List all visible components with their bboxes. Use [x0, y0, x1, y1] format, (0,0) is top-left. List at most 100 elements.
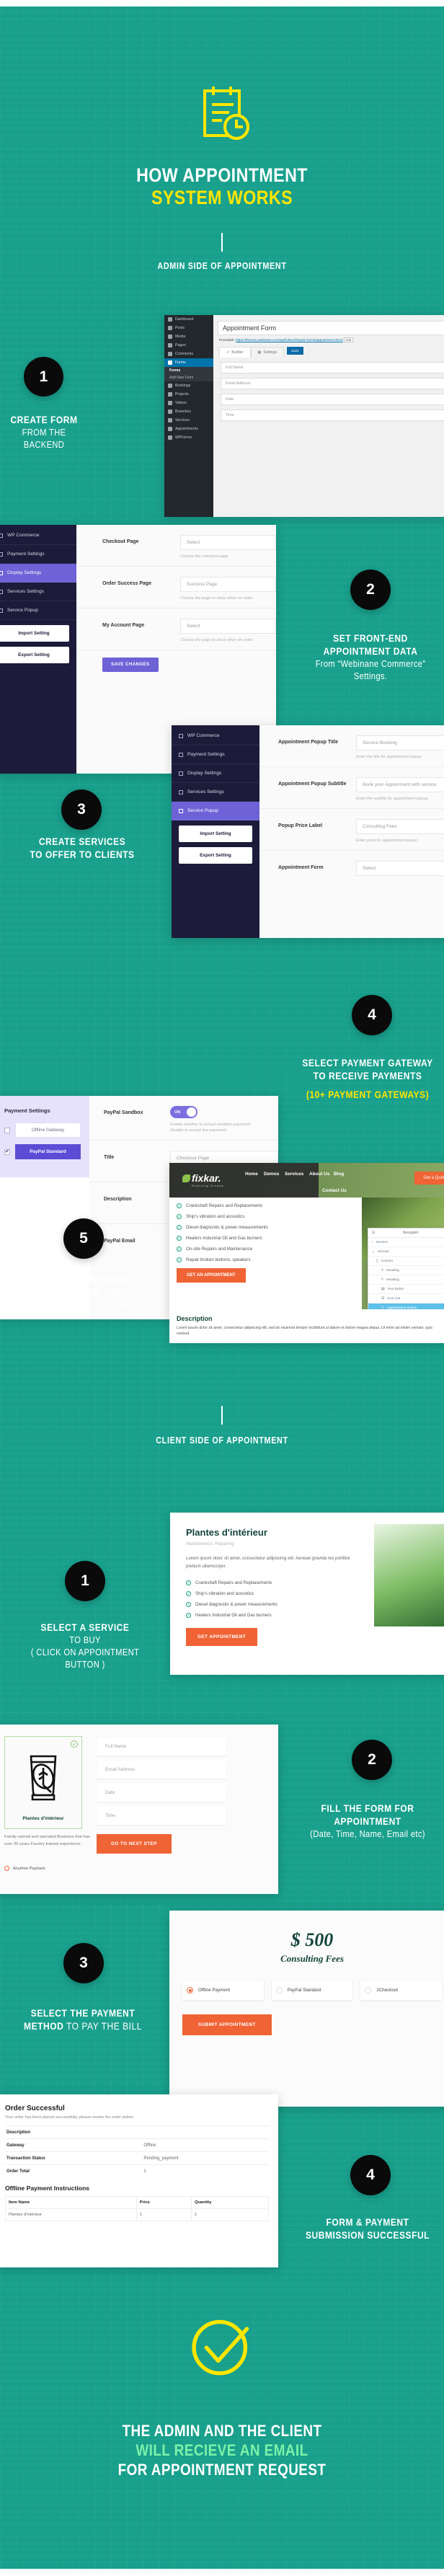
row-value: Offline [142, 2138, 269, 2152]
save-button[interactable]: Save [287, 347, 303, 355]
wp-admin-sidebar[interactable]: Dashboard Posts Media Pages Comments For… [164, 315, 213, 517]
fixkar-logo[interactable]: fixkar. Realizing Dreams [181, 1172, 223, 1187]
get-appointment-button[interactable]: GET APPOINTMENT [186, 1628, 258, 1647]
checkbox-icon[interactable] [4, 1148, 10, 1155]
payment-method-2checkout[interactable]: 2Checkout [360, 1980, 443, 2000]
row-help: Choose the checkout page [180, 554, 228, 559]
input-time[interactable]: Time [97, 1807, 226, 1825]
wp-menu-wpforms[interactable]: WPForms [164, 433, 213, 442]
get-an-appointment-button[interactable]: GET AN APPOINTMENT [177, 1268, 246, 1283]
wp-menu-videos[interactable]: Videos [164, 399, 213, 407]
wc-menu-wp-commerce[interactable]: WP Commerce [172, 727, 259, 745]
payment-method-offline[interactable]: Offline Payment [182, 1980, 264, 2000]
selected-product-card[interactable]: ✓ Plantes d'intérieur [4, 1736, 82, 1829]
navigator-row[interactable]: ▤ Text Editor [368, 1285, 444, 1294]
row-label: My Account Page [102, 623, 145, 628]
paypal-sandbox-toggle[interactable]: ON [170, 1106, 197, 1118]
order-success-page-select[interactable]: Success Page [180, 577, 276, 592]
wp-menu-services[interactable]: Services [164, 416, 213, 425]
nav-item-home[interactable]: Home [245, 1172, 258, 1177]
wp-menu-projects[interactable]: Projects [164, 390, 213, 399]
nav-item-contact-us[interactable]: Contact Us [322, 1188, 347, 1193]
gear-icon [0, 533, 3, 538]
step-number: 2 [368, 1751, 376, 1768]
wc-menu-services-settings[interactable]: Services Settings [0, 583, 76, 601]
checkout-page-select[interactable]: Select [180, 535, 276, 550]
title-line-2: SYSTEM WORKS [151, 187, 293, 208]
field-date[interactable]: Date [221, 394, 444, 405]
wp-submenu-forms[interactable]: Forms [164, 367, 213, 374]
wc-menu-services-settings[interactable]: Services Settings [172, 783, 259, 802]
submit-appointment-button[interactable]: SUBMIT APPOINTMENT [182, 2014, 272, 2035]
navigator-row[interactable]: T Heading [368, 1275, 444, 1285]
popup-price-label-input[interactable]: Consulting Fees [356, 819, 444, 834]
wp-menu-bookings[interactable]: Bookings [164, 381, 213, 390]
form-title-input[interactable]: Appointment Form [218, 321, 444, 335]
export-setting-button[interactable]: Export Setting [0, 647, 69, 663]
wc-menu-wp-commerce[interactable]: WP Commerce [0, 526, 76, 545]
field-email-address[interactable]: Email Address [221, 378, 444, 389]
export-setting-button[interactable]: Export Setting [179, 847, 252, 864]
payment-method-paypal[interactable]: PayPal Standard [271, 1980, 353, 2000]
wc-menu-service-popup[interactable]: Service Popup [0, 601, 76, 620]
navigator-row[interactable]: T Heading [368, 1266, 444, 1275]
row-help: Choose the page to show when on order [180, 596, 253, 601]
collapse-icon[interactable]: ⊟ [372, 1231, 375, 1235]
nav-item-demos[interactable]: Demos [264, 1172, 279, 1177]
branch-icon [168, 410, 172, 414]
navigator-row[interactable]: ›Section [368, 1238, 444, 1247]
wc-menu-display-settings[interactable]: Display Settings [0, 564, 76, 583]
wc-sidebar[interactable]: WP Commerce Payment Settings Display Set… [0, 525, 76, 774]
field-time[interactable]: Time [221, 410, 444, 421]
input-full-name[interactable]: Full Name [97, 1738, 226, 1756]
radio-icon[interactable] [275, 1987, 283, 1993]
checkbox-icon[interactable] [4, 1127, 10, 1133]
get-a-quote-button[interactable]: Get a Quote [414, 1172, 444, 1185]
radio-icon[interactable] [187, 1987, 193, 1993]
tab-settings[interactable]: ▦ Settings [250, 347, 285, 358]
wc-menu-payment-settings[interactable]: Payment Settings [172, 745, 259, 764]
input-email-address[interactable]: Email Address [97, 1761, 226, 1779]
wp-menu-posts[interactable]: Posts [164, 324, 213, 332]
appointment-form-select[interactable]: Select [356, 861, 444, 876]
wp-menu-forms[interactable]: Forms [164, 358, 213, 367]
go-to-next-step-button[interactable]: GO TO NEXT STEP [97, 1834, 172, 1854]
navigator-row[interactable]: ⌄ Section [368, 1247, 444, 1257]
wc-menu-payment-settings[interactable]: Payment Settings [0, 545, 76, 564]
popup-subtitle-input[interactable]: Book your Appoinment with service [356, 777, 444, 792]
wp-menu-pages[interactable]: Pages [164, 341, 213, 350]
save-changes-button[interactable]: SAVE CHANGES [102, 658, 159, 672]
wp-menu-label: Posts [175, 326, 185, 330]
gateway-option-paypal[interactable]: PayPal Standard [4, 1144, 81, 1159]
nav-item-about-us[interactable]: About Us [309, 1172, 329, 1177]
wp-menu-dashboard[interactable]: Dashboard [164, 315, 213, 324]
nav-item-blog[interactable]: Blog [334, 1172, 344, 1177]
step-title-line-1: CREATE SERVICES [38, 836, 126, 847]
wc-menu-display-settings[interactable]: Display Settings [172, 764, 259, 783]
step-title-rest: TO PAY THE BILL [63, 2020, 142, 2032]
navigator-row[interactable]: ▯Column [368, 1257, 444, 1266]
nav-item-services[interactable]: Services [285, 1172, 303, 1177]
wp-submenu-add-new-form[interactable]: Add New Form [164, 374, 213, 381]
wp-menu-media[interactable]: Media [164, 332, 213, 341]
gateway-option-offline[interactable]: Offline Gateway [4, 1123, 81, 1138]
wp-menu-appointments[interactable]: Appointments [164, 425, 213, 433]
radio-icon[interactable] [365, 1987, 372, 1993]
wc-menu-service-popup[interactable]: Service Popup [172, 802, 259, 820]
navigator-row[interactable]: ☰ Icon List [368, 1294, 444, 1304]
import-setting-button[interactable]: Import Setting [179, 826, 252, 842]
input-date[interactable]: Date [97, 1784, 226, 1802]
column-header-item-name: Item Name [5, 2196, 137, 2209]
popup-title-input[interactable]: Service Booking [356, 735, 444, 751]
wp-menu-comments[interactable]: Comments [164, 350, 213, 358]
permalink-edit-button[interactable]: Edit [344, 337, 354, 342]
wc-sidebar-2[interactable]: WP Commerce Payment Settings Display Set… [172, 725, 259, 938]
my-account-page-select[interactable]: Select [180, 619, 276, 634]
field-full-name[interactable]: Full Name [221, 362, 444, 373]
description-heading: Description [177, 1315, 213, 1323]
tab-builder[interactable]: ⇗ Builder [219, 347, 251, 358]
import-setting-button[interactable]: Import Setting [0, 625, 69, 642]
permalink-url[interactable]: https://themes.webinane.com/wp/fixkar1/b… [236, 338, 343, 342]
row-label: Popup Price Label [278, 823, 323, 828]
wp-menu-branches[interactable]: Branches [164, 407, 213, 416]
